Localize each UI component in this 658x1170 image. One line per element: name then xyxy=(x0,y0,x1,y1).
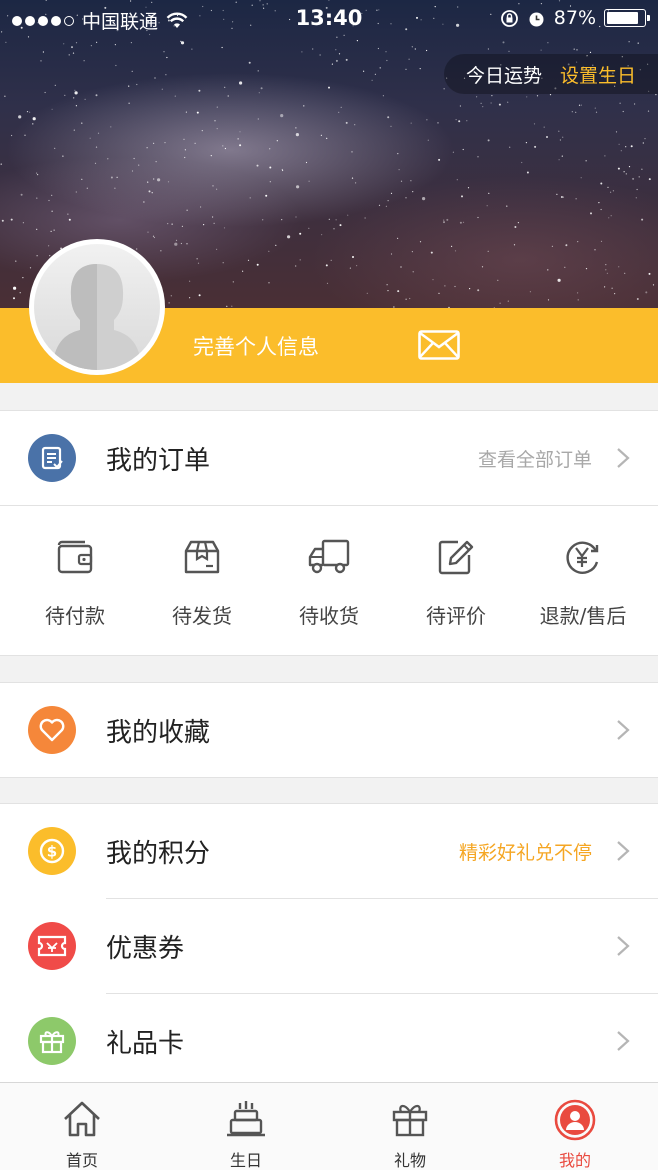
points-promo-text[interactable]: 精彩好礼兑不停 xyxy=(459,838,592,865)
pending-payment-label: 待付款 xyxy=(45,604,105,628)
battery-percentage: 87% xyxy=(553,7,596,29)
tab-gifts[interactable]: 礼物 xyxy=(328,1083,492,1170)
refund-icon xyxy=(566,541,599,574)
refund-aftersales-item[interactable]: 退款/售后 xyxy=(517,505,649,655)
tab-birthday-label: 生日 xyxy=(229,1151,262,1170)
chevron-right-icon xyxy=(617,841,630,861)
chevron-right-icon xyxy=(617,1031,630,1051)
order-list-icon xyxy=(28,434,76,482)
gift-icon xyxy=(392,1104,428,1137)
avatar[interactable] xyxy=(29,239,165,375)
gift-icon xyxy=(28,1017,76,1065)
heart-icon xyxy=(28,706,76,754)
chevron-right-icon xyxy=(617,720,630,740)
edit-review-icon xyxy=(438,540,474,575)
coupons-row[interactable]: 优惠券 xyxy=(0,899,658,993)
home-icon xyxy=(64,1101,100,1137)
tab-birthday[interactable]: 生日 xyxy=(164,1083,328,1170)
truck-icon xyxy=(308,539,350,574)
complete-profile-link[interactable]: 完善个人信息 xyxy=(193,331,319,361)
today-fortune-link[interactable]: 今日运势 xyxy=(466,61,542,88)
gift-card-title: 礼品卡 xyxy=(106,1028,185,1059)
status-bar: 中国联通 13:40 87% xyxy=(0,0,658,40)
fortune-birthday-pill: 今日运势 设置生日 xyxy=(443,54,658,94)
pending-review-item[interactable]: 待评价 xyxy=(390,505,522,655)
chevron-right-icon xyxy=(617,448,630,468)
order-status-grid: 待付款 待发货 待收货 待评价 退款/售后 xyxy=(0,505,658,655)
bottom-tab-bar: 首页 生日 礼物 我的 xyxy=(0,1082,658,1170)
rotation-lock-icon xyxy=(500,9,518,27)
battery-icon xyxy=(604,9,650,27)
tab-profile-label: 我的 xyxy=(558,1151,591,1170)
my-orders-title: 我的订单 xyxy=(106,445,211,476)
refund-aftersales-label: 退款/售后 xyxy=(539,604,627,628)
envelope-icon[interactable] xyxy=(418,330,460,360)
pending-receipt-label: 待收货 xyxy=(299,604,359,628)
pending-receipt-item[interactable]: 待收货 xyxy=(263,505,395,655)
my-favorites-row[interactable]: 我的收藏 xyxy=(0,683,658,777)
wallet-icon xyxy=(57,540,93,574)
package-icon xyxy=(184,540,220,574)
my-points-row[interactable]: $ 我的积分 精彩好礼兑不停 xyxy=(0,804,658,898)
coin-icon: $ xyxy=(28,827,76,875)
tab-profile[interactable]: 我的 xyxy=(493,1083,657,1170)
coupons-title: 优惠券 xyxy=(106,933,185,964)
pending-shipment-label: 待发货 xyxy=(172,604,232,628)
alarm-icon xyxy=(529,12,544,26)
cake-icon xyxy=(227,1101,265,1137)
svg-text:$: $ xyxy=(47,843,57,861)
profile-icon xyxy=(554,1099,596,1141)
ticket-icon xyxy=(28,922,76,970)
default-avatar-icon xyxy=(52,264,142,370)
gift-card-row[interactable]: 礼品卡 xyxy=(0,994,658,1088)
pending-shipment-item[interactable]: 待发货 xyxy=(136,505,268,655)
my-favorites-title: 我的收藏 xyxy=(106,717,211,748)
pending-review-label: 待评价 xyxy=(426,604,486,628)
pending-payment-item[interactable]: 待付款 xyxy=(9,505,141,655)
my-points-title: 我的积分 xyxy=(106,838,211,869)
set-birthday-link[interactable]: 设置生日 xyxy=(560,61,636,88)
view-all-orders-link[interactable]: 查看全部订单 xyxy=(478,445,592,472)
tab-gifts-label: 礼物 xyxy=(393,1151,426,1170)
tab-home-label: 首页 xyxy=(65,1151,98,1170)
tab-home[interactable]: 首页 xyxy=(0,1083,164,1170)
my-orders-row[interactable]: 我的订单 查看全部订单 xyxy=(0,411,658,505)
chevron-right-icon xyxy=(617,936,630,956)
